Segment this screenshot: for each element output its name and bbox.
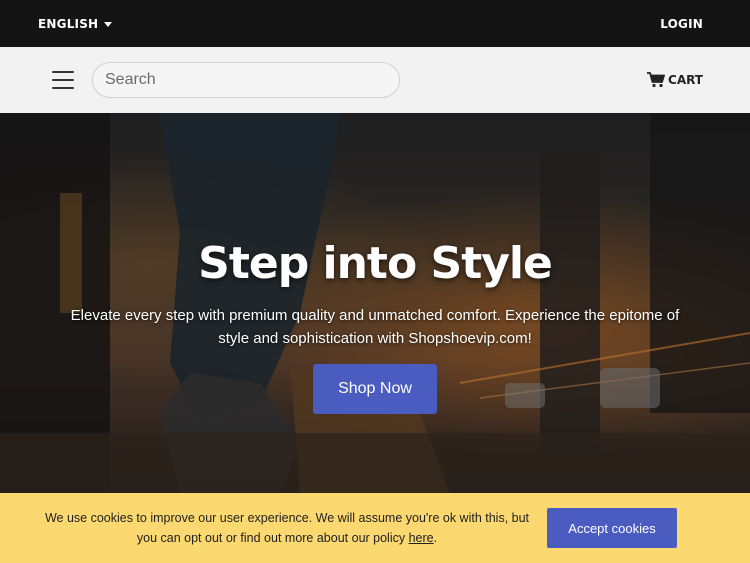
search-input[interactable]	[92, 62, 400, 98]
hero-title: Step into Style	[198, 238, 553, 289]
cookie-banner: We use cookies to improve our user exper…	[0, 493, 750, 563]
nav-bar: CART	[0, 47, 750, 113]
cart-label: CART	[668, 73, 703, 87]
cart-button[interactable]: CART	[647, 72, 703, 88]
shop-now-button[interactable]: Shop Now	[313, 364, 437, 414]
hero-banner: Step into Style Elevate every step with …	[0, 113, 750, 493]
cookie-message: We use cookies to improve our user exper…	[42, 508, 532, 548]
cookie-text: We use cookies to improve our user exper…	[44, 511, 530, 545]
caret-down-icon	[104, 21, 113, 27]
hamburger-icon[interactable]	[52, 71, 74, 89]
cart-icon	[647, 72, 666, 88]
language-selector[interactable]: ENGLISH	[38, 16, 113, 31]
cookie-text-end: .	[433, 531, 438, 545]
top-bar: ENGLISH LOGIN	[0, 0, 750, 47]
login-link[interactable]: LOGIN	[660, 17, 703, 31]
language-label: ENGLISH	[38, 16, 99, 31]
hero-subtitle: Elevate every step with premium quality …	[70, 307, 680, 347]
accept-cookies-button[interactable]: Accept cookies	[547, 508, 677, 548]
hero-background-image	[0, 113, 750, 493]
cookie-policy-link[interactable]: here	[409, 531, 434, 545]
